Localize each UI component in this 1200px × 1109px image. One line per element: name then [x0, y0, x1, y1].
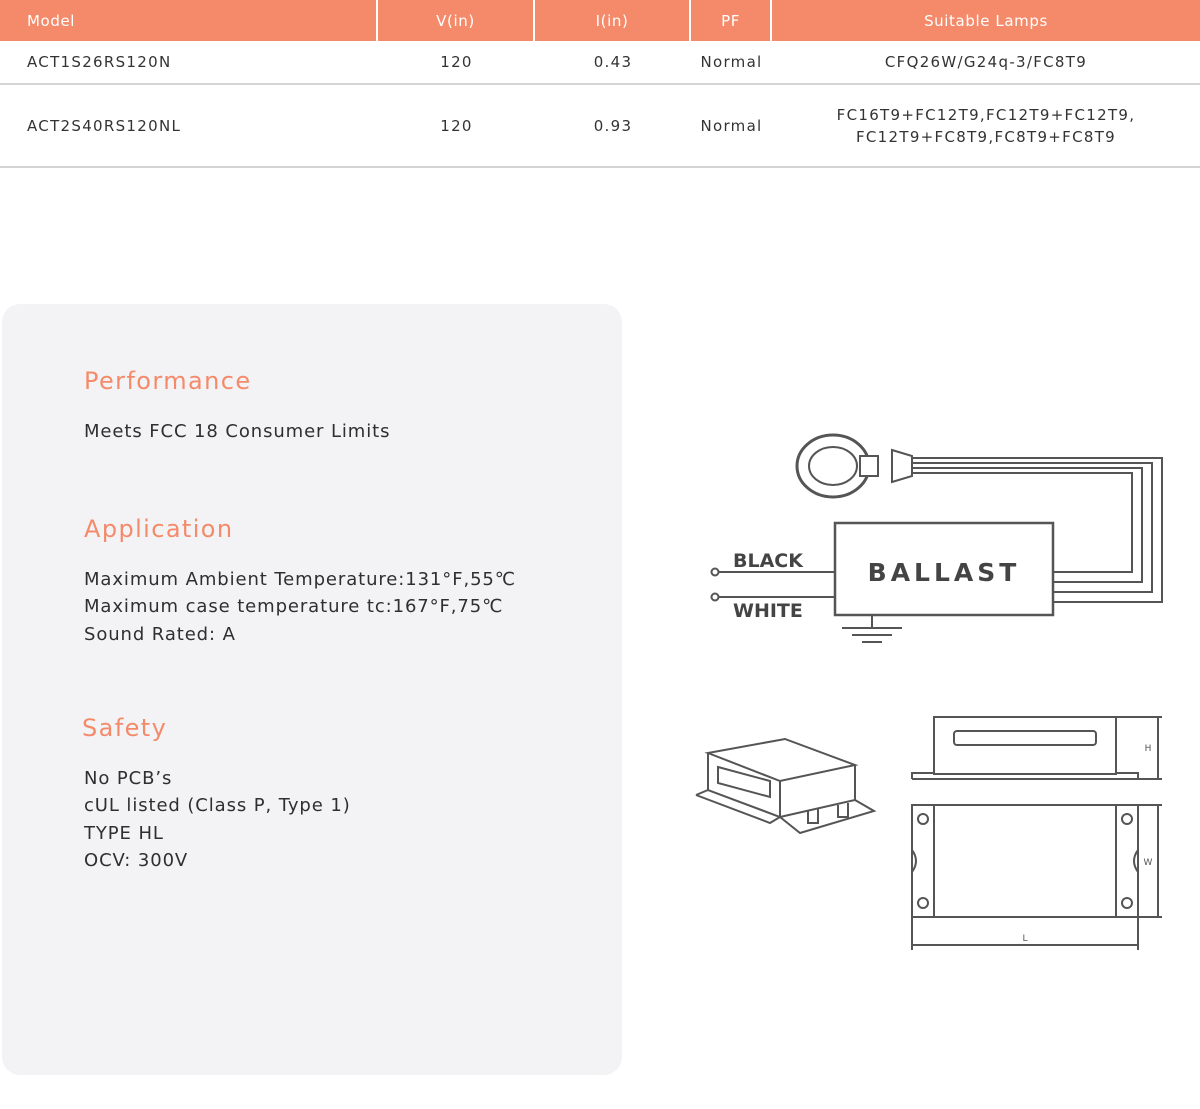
ballast-side-view [911, 716, 1162, 780]
performance-section: Performance Meets FCC 18 Consumer Limits [84, 366, 390, 445]
lamps-text: CFQ26W/G24q-3/FC8T9 [884, 53, 1088, 71]
cell-model: ACT2S40RS120NL [0, 85, 378, 168]
performance-title: Performance [84, 367, 252, 395]
black-wire-label: BLACK [733, 550, 804, 572]
ballast-top-view [911, 804, 1162, 950]
header-model: Model [0, 0, 378, 41]
application-line: Sound Rated: A [84, 623, 236, 645]
dimension-diagram: H W L [695, 716, 1162, 950]
ballast-housing-icon [695, 737, 877, 835]
safety-line: OCV: 300V [84, 849, 189, 871]
circular-lamp-icon [795, 433, 871, 499]
features-card: Performance Meets FCC 18 Consumer Limits… [2, 304, 622, 1075]
header-pf: PF [691, 0, 772, 41]
length-dimension-label: L [1022, 934, 1027, 944]
header-i-in: I(in) [535, 0, 691, 41]
application-line: Maximum case temperature tc:167°F,75℃ [84, 596, 504, 618]
cell-lamps: FC16T9+FC12T9,FC12T9+FC12T9, FC12T9+FC8T… [772, 85, 1200, 168]
spec-table: Model V(in) I(in) PF Suitable Lamps ACT1… [0, 0, 1200, 168]
header-v-in: V(in) [378, 0, 535, 41]
application-line: Maximum Ambient Temperature:131°F,55℃ [84, 569, 516, 590]
wiring-diagram: BALLAST BLACK WHITE [710, 433, 1163, 643]
cell-v-in: 120 [378, 85, 535, 168]
height-dimension-label: H [1145, 744, 1152, 754]
ballast-label: BALLAST [868, 558, 1021, 587]
cell-pf: Normal [691, 41, 772, 85]
table-header-row: Model V(in) I(in) PF Suitable Lamps [0, 0, 1200, 41]
lamps-text: FC16T9+FC12T9,FC12T9+FC12T9, FC12T9+FC8T… [836, 105, 1136, 146]
table-row: ACT2S40RS120NL 120 0.93 Normal FC16T9+FC… [0, 85, 1200, 168]
performance-line: Meets FCC 18 Consumer Limits [84, 421, 391, 442]
cell-i-in: 0.93 [535, 85, 691, 168]
safety-line: TYPE HL [84, 822, 164, 844]
cell-i-in: 0.43 [535, 41, 691, 85]
lamp-connector-icon [891, 448, 913, 484]
cell-lamps: CFQ26W/G24q-3/FC8T9 [772, 41, 1200, 85]
safety-title: Safety [82, 714, 168, 742]
white-wire-label: WHITE [733, 600, 803, 622]
width-dimension-label: W [1144, 858, 1153, 868]
cell-model: ACT1S26RS120N [0, 41, 378, 85]
ground-icon [842, 615, 902, 643]
application-title: Application [84, 515, 234, 543]
safety-line: cUL listed (Class P, Type 1) [84, 795, 351, 817]
cell-v-in: 120 [378, 41, 535, 85]
header-suitable-lamps: Suitable Lamps [772, 0, 1200, 41]
application-section: Application Maximum Ambient Temperature:… [84, 514, 516, 648]
safety-line: No PCB’s [84, 768, 173, 789]
cell-pf: Normal [691, 85, 772, 168]
safety-section: Safety No PCB’s cUL listed (Class P, Typ… [82, 713, 351, 874]
table-row: ACT1S26RS120N 120 0.43 Normal CFQ26W/G24… [0, 41, 1200, 85]
